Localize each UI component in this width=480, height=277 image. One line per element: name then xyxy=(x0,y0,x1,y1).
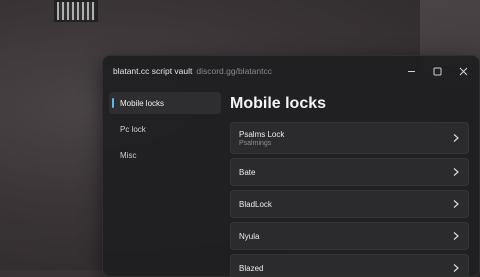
script-author: Psalmings xyxy=(239,139,272,147)
chevron-right-icon xyxy=(453,264,459,272)
script-name: Nyula xyxy=(239,231,260,241)
chevron-right-icon xyxy=(453,200,459,208)
sidebar-item-label: Misc xyxy=(120,150,137,160)
sidebar: Mobile locks Pc lock Misc xyxy=(109,92,221,170)
script-row-psalms-lock[interactable]: Psalms Lock Psalmings xyxy=(230,122,469,154)
sidebar-item-pc-lock[interactable]: Pc lock xyxy=(109,118,221,140)
script-row-bate[interactable]: Bate xyxy=(230,158,469,186)
script-row-nyula[interactable]: Nyula xyxy=(230,222,469,250)
title-bar[interactable]: blatant.cc script vault discord.gg/blata… xyxy=(103,56,479,86)
maximize-button[interactable] xyxy=(431,65,443,77)
sidebar-item-label: Mobile locks xyxy=(120,98,165,108)
script-row-bladlock[interactable]: BladLock xyxy=(230,190,469,218)
active-indicator xyxy=(112,98,114,108)
background-image xyxy=(54,0,98,22)
minimize-button[interactable] xyxy=(405,65,417,77)
script-name: Psalms Lock xyxy=(239,129,285,139)
close-icon xyxy=(459,67,467,75)
close-button[interactable] xyxy=(457,65,469,77)
chevron-right-icon xyxy=(453,168,459,176)
sidebar-item-misc[interactable]: Misc xyxy=(109,144,221,166)
chevron-right-icon xyxy=(453,134,459,142)
script-name: Bate xyxy=(239,167,256,177)
script-vault-window: blatant.cc script vault discord.gg/blata… xyxy=(102,55,480,277)
window-title: blatant.cc script vault xyxy=(113,66,193,76)
script-name: Blazed xyxy=(239,263,264,273)
script-name: BladLock xyxy=(239,199,272,209)
chevron-right-icon xyxy=(453,232,459,240)
sidebar-item-label: Pc lock xyxy=(120,124,146,134)
sidebar-item-mobile-locks[interactable]: Mobile locks xyxy=(109,92,221,114)
script-row-blazed[interactable]: Blazed xyxy=(230,254,469,276)
script-list-panel: Mobile locks Psalms Lock Psalmings Bate … xyxy=(230,94,469,276)
maximize-icon xyxy=(433,67,441,75)
page-title: Mobile locks xyxy=(230,95,327,112)
window-subtitle: discord.gg/blatantcc xyxy=(196,66,272,76)
minimize-icon xyxy=(407,70,415,72)
